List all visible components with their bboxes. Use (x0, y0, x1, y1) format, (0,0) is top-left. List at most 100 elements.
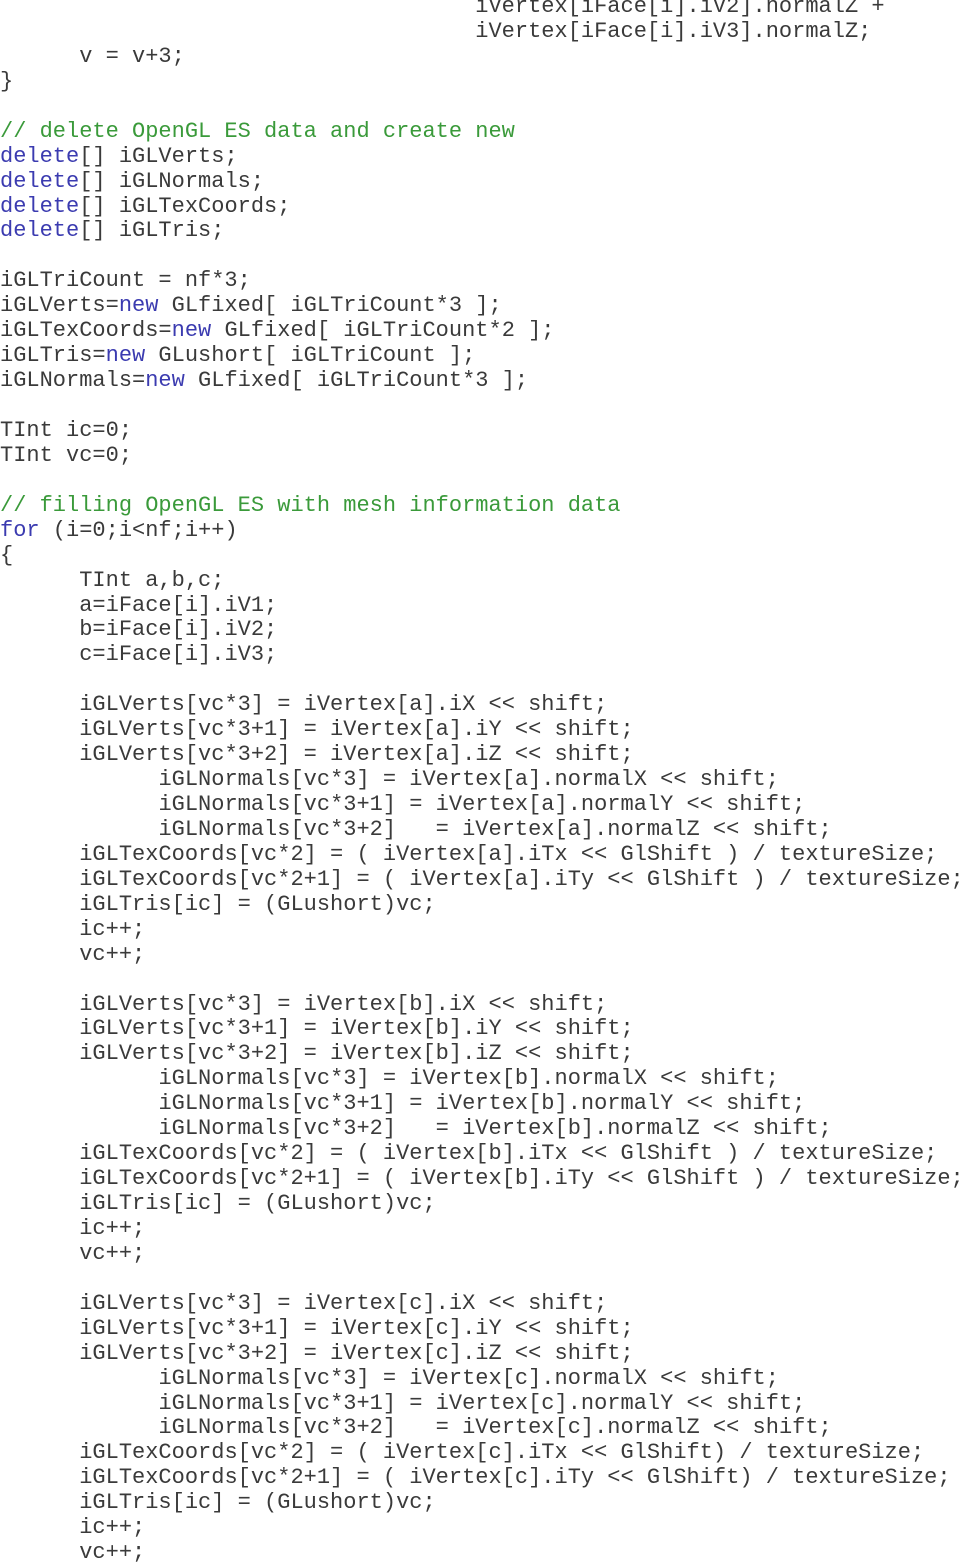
code-token: iGLNormals[vc*3+2] = iVertex[b].normalZ … (158, 1116, 832, 1142)
code-line: iGLTriCount = nf*3; (0, 268, 960, 294)
code-line: iGLVerts[vc*3+1] = iVertex[c].iY << shif… (0, 1316, 960, 1342)
code-line: ic++; (0, 1515, 960, 1541)
comment-token: // delete OpenGL ES data and create new (0, 118, 515, 144)
code-line: { (0, 542, 960, 569)
code-line: iVertex[iFace[i].iV2].normalZ + (0, 0, 960, 20)
code-line: vc++; (0, 942, 960, 968)
keyword-token: new (145, 368, 185, 394)
comment-token: // filling OpenGL ES with mesh informati… (0, 492, 621, 518)
code-line: iGLVerts[vc*3+1] = iVertex[b].iY << shif… (0, 1016, 960, 1042)
code-token: iGLVerts[vc*3+2] = iVertex[c].iZ << shif… (79, 1340, 634, 1366)
code-token: iGLTexCoords[vc*2+1] = ( iVertex[c].iTy … (79, 1465, 951, 1491)
code-line: iGLNormals[vc*3] = iVertex[c].normalX <<… (0, 1365, 960, 1392)
code-token: iGLNormals[vc*3+2] = iVertex[a].normalZ … (158, 816, 832, 842)
code-token: iGLTriCount = nf*3; (0, 268, 251, 294)
code-line: iGLTexCoords[vc*2+1] = ( iVertex[a].iTy … (0, 866, 960, 893)
keyword-token: new (171, 318, 212, 344)
code-token: TInt ic=0; (0, 417, 133, 443)
code-token: iGLNormals[vc*3+1] = iVertex[a].normalY … (158, 792, 806, 817)
code-token: iGLNormals[vc*3+2] = iVertex[c].normalZ … (158, 1415, 832, 1441)
code-token: [] iGLNormals; (79, 168, 265, 194)
code-line: vc++; (0, 1540, 960, 1566)
code-token: iGLTris[ic] = (GLushort)vc; (79, 1191, 436, 1216)
code-line: iGLNormals[vc*3+2] = iVertex[c].normalZ … (0, 1415, 960, 1441)
code-token: iGLNormals[vc*3+1] = iVertex[c].normalY … (158, 1390, 806, 1416)
code-line: iGLTexCoords[vc*2] = ( iVertex[c].iTx <<… (0, 1440, 960, 1466)
code-line: ic++; (0, 1216, 960, 1242)
code-token: vc++; (79, 1240, 146, 1266)
code-token: iVertex[iFace[i].iV3].normalZ; (475, 18, 872, 44)
keyword-token: new (105, 343, 146, 369)
code-line: a=iFace[i].iV1; (0, 593, 960, 619)
code-token: TInt a,b,c; (79, 567, 225, 593)
code-token: iGLTexCoords[vc*2+1] = ( iVertex[a].iTy … (79, 866, 960, 892)
keyword-token: delete (0, 193, 80, 219)
code-line: iGLNormals[vc*3] = iVertex[b].normalX <<… (0, 1066, 960, 1092)
code-token: [] iGLVerts; (79, 143, 238, 169)
code-token: iGLNormals= (0, 368, 146, 394)
code-token: v = v+3; (79, 43, 185, 69)
code-line: iGLTris[ic] = (GLushort)vc; (0, 892, 960, 918)
code-token: iGLVerts[vc*3] = iVertex[b].iX << shift; (79, 991, 608, 1017)
code-token: iGLTexCoords[vc*2] = ( iVertex[c].iTx <<… (79, 1440, 925, 1466)
code-token: [] iGLTexCoords; (79, 193, 291, 219)
code-line: iGLNormals[vc*3+2] = iVertex[a].normalZ … (0, 816, 960, 843)
code-line: // filling OpenGL ES with mesh informati… (0, 492, 960, 519)
keyword-token: delete (0, 218, 80, 244)
code-token: { (0, 542, 14, 568)
code-token: iGLNormals[vc*3] = iVertex[a].normalX <<… (158, 767, 779, 793)
code-line: ic++; (0, 916, 960, 943)
code-token: iGLNormals[vc*3] = iVertex[c].normalX <<… (158, 1365, 779, 1391)
code-line: iGLNormals[vc*3+1] = iVertex[c].normalY … (0, 1390, 960, 1417)
code-line: iGLVerts[vc*3+2] = iVertex[b].iZ << shif… (0, 1041, 960, 1067)
code-line: TInt vc=0; (0, 443, 960, 469)
code-token: iGLVerts[vc*3+1] = iVertex[a].iY << shif… (79, 717, 634, 743)
code-line: iGLNormals=new GLfixed[ iGLTriCount*3 ]; (0, 368, 960, 394)
keyword-token: for (0, 517, 40, 543)
code-line: delete[] iGLNormals; (0, 168, 960, 195)
code-listing: iVertex[iFace[i].iV2].normalZ + iVertex[… (0, 0, 960, 1566)
code-token: ic++; (79, 916, 146, 942)
code-line: vc++; (0, 1240, 960, 1267)
code-token: ic++; (79, 1515, 146, 1541)
code-line: iGLVerts[vc*3+2] = iVertex[c].iZ << shif… (0, 1340, 960, 1367)
code-line: iGLVerts[vc*3] = iVertex[c].iX << shift; (0, 1291, 960, 1317)
code-token: vc++; (79, 1540, 146, 1566)
code-line: iGLVerts[vc*3+1] = iVertex[a].iY << shif… (0, 717, 960, 743)
code-token: GLfixed[ iGLTriCount*3 ]; (158, 293, 502, 319)
code-token: } (0, 68, 14, 94)
code-line: iGLVerts[vc*3] = iVertex[b].iX << shift; (0, 991, 960, 1018)
keyword-token: new (118, 293, 159, 319)
code-token: iVertex[iFace[i].iV2].normalZ + (475, 0, 885, 19)
code-line: iGLTris=new GLushort[ iGLTriCount ]; (0, 343, 960, 369)
code-token: iGLTexCoords[vc*2+1] = ( iVertex[b].iTy … (79, 1166, 960, 1192)
